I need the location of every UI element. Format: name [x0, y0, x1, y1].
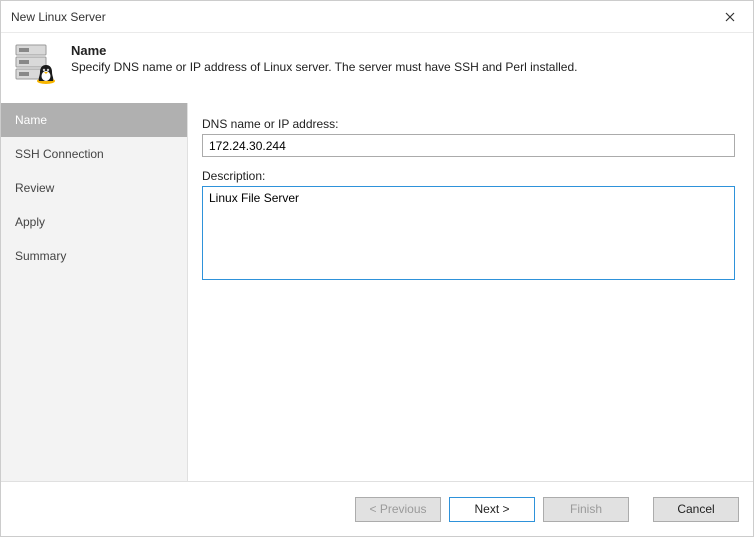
- wizard-body: Name SSH Connection Review Apply Summary…: [1, 103, 753, 481]
- titlebar: New Linux Server: [1, 1, 753, 33]
- header-title: Name: [71, 43, 577, 58]
- wizard-content: DNS name or IP address: Description:: [188, 103, 753, 481]
- header-text: Name Specify DNS name or IP address of L…: [71, 43, 577, 74]
- step-review[interactable]: Review: [1, 171, 187, 205]
- close-button[interactable]: [715, 1, 745, 32]
- finish-button: Finish: [543, 497, 629, 522]
- server-linux-icon: [15, 43, 57, 85]
- step-ssh-connection[interactable]: SSH Connection: [1, 137, 187, 171]
- dns-label: DNS name or IP address:: [202, 117, 735, 131]
- header-subtitle: Specify DNS name or IP address of Linux …: [71, 60, 577, 74]
- description-textarea[interactable]: [202, 186, 735, 280]
- wizard-footer: < Previous Next > Finish Cancel: [1, 481, 753, 536]
- step-apply[interactable]: Apply: [1, 205, 187, 239]
- close-icon: [725, 12, 735, 22]
- window-title: New Linux Server: [11, 10, 106, 24]
- wizard-header: Name Specify DNS name or IP address of L…: [1, 33, 753, 103]
- previous-button: < Previous: [355, 497, 441, 522]
- description-label: Description:: [202, 169, 735, 183]
- step-name[interactable]: Name: [1, 103, 187, 137]
- step-summary[interactable]: Summary: [1, 239, 187, 273]
- wizard-steps: Name SSH Connection Review Apply Summary: [1, 103, 188, 481]
- dns-input[interactable]: [202, 134, 735, 157]
- next-button[interactable]: Next >: [449, 497, 535, 522]
- cancel-button[interactable]: Cancel: [653, 497, 739, 522]
